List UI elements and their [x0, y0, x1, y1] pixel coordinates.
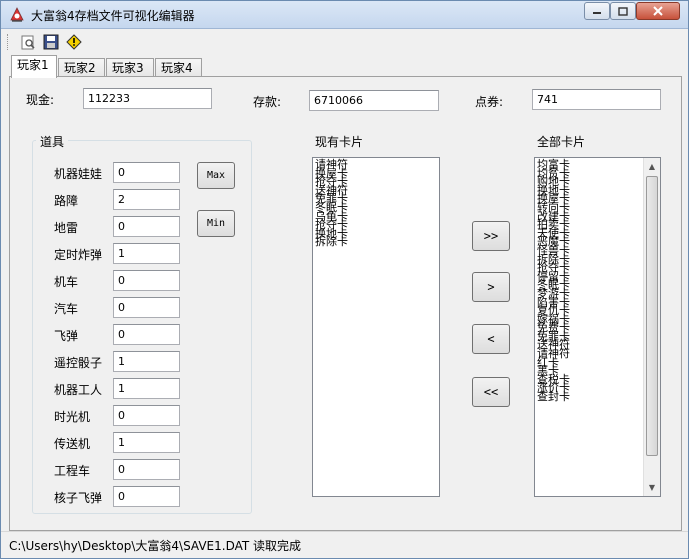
scroll-up-arrow-icon[interactable]: ▲ [644, 158, 660, 175]
status-bar: C:\Users\hy\Desktop\大富翁4\SAVE1.DAT 读取完成 [1, 531, 688, 558]
window-title: 大富翁4存档文件可视化编辑器 [31, 9, 195, 23]
item-label: 遥控骰子 [54, 356, 103, 370]
status-text: C:\Users\hy\Desktop\大富翁4\SAVE1.DAT 读取完成 [9, 539, 302, 553]
item-count-field[interactable]: 0 [113, 324, 180, 345]
item-label: 工程车 [54, 464, 91, 478]
items-group-title: 道具 [36, 133, 69, 150]
item-label: 机器工人 [54, 383, 103, 397]
close-button[interactable] [636, 2, 680, 20]
toolbar-grip [7, 34, 10, 50]
owned-cards-title: 现有卡片 [315, 135, 364, 149]
min-button[interactable]: Min [197, 210, 235, 237]
maximize-button[interactable] [610, 2, 636, 20]
move-left-button[interactable]: < [472, 324, 510, 354]
app-icon [9, 7, 25, 23]
toolbar [1, 30, 688, 54]
deposit-label: 存款: [253, 95, 282, 109]
item-label: 传送机 [54, 437, 91, 451]
item-label: 核子飞弹 [54, 491, 103, 505]
item-label: 定时炸弹 [54, 248, 103, 262]
item-count-field[interactable]: 0 [113, 297, 180, 318]
cash-field[interactable]: 112233 [83, 88, 212, 109]
deposit-field[interactable]: 6710066 [309, 90, 439, 111]
points-field[interactable]: 741 [532, 89, 661, 110]
card-list-item[interactable]: 查封卡 [535, 391, 660, 402]
item-count-field[interactable]: 1 [113, 378, 180, 399]
tab-player-3[interactable]: 玩家3 [106, 58, 154, 77]
item-count-field[interactable]: 1 [113, 243, 180, 264]
app-window: 大富翁4存档文件可视化编辑器 玩家1 玩家2 玩家3 玩家4 现金: 11223… [0, 0, 689, 559]
item-label: 飞弹 [54, 329, 79, 343]
item-count-field[interactable]: 0 [113, 459, 180, 480]
item-label: 路障 [54, 194, 79, 208]
all-cards-scrollbar[interactable]: ▲ ▼ [643, 158, 660, 496]
owned-cards-list[interactable]: 请神符 换屋卡 抢夺卡 送神符 免罪卡 冬眠卡 乌龟卡 抢夺卡 换地卡 拆除卡 [312, 157, 440, 497]
open-file-icon[interactable] [19, 33, 37, 51]
item-label: 机器娃娃 [54, 167, 103, 181]
move-all-right-button[interactable]: >> [472, 221, 510, 251]
item-count-field[interactable]: 0 [113, 162, 180, 183]
card-list-item[interactable]: 拆除卡 [313, 237, 439, 248]
item-label: 机车 [54, 275, 79, 289]
item-count-field[interactable]: 1 [113, 351, 180, 372]
tab-player-2[interactable]: 玩家2 [58, 58, 105, 77]
save-icon[interactable] [42, 33, 60, 51]
points-label: 点券: [475, 95, 504, 109]
item-count-field[interactable]: 0 [113, 486, 180, 507]
all-cards-list[interactable]: 均富卡 均贫卡 购地卡 换地卡 换屋卡 转向卡 改建卡 拍卖卡 天使卡 恶魔卡 怪兽卡 拆除卡 抢夺卡停… [534, 157, 661, 497]
cash-label: 现金: [26, 93, 55, 107]
item-label: 汽车 [54, 302, 79, 316]
item-count-field[interactable]: 0 [113, 405, 180, 426]
move-right-button[interactable]: > [472, 272, 510, 302]
max-button[interactable]: Max [197, 162, 235, 189]
tab-panel: 现金: 112233 存款: 6710066 点券: 741 道具 Max Mi… [9, 76, 682, 531]
item-count-field[interactable]: 0 [113, 270, 180, 291]
tab-player-4[interactable]: 玩家4 [155, 58, 202, 77]
item-label: 地雷 [54, 221, 79, 235]
scroll-down-arrow-icon[interactable]: ▼ [644, 479, 660, 496]
item-label: 时光机 [54, 410, 91, 424]
all-cards-title: 全部卡片 [537, 135, 586, 149]
item-count-field[interactable]: 0 [113, 216, 180, 237]
item-count-field[interactable]: 2 [113, 189, 180, 210]
warning-icon[interactable] [65, 33, 83, 51]
scroll-thumb[interactable] [646, 176, 658, 456]
minimize-button[interactable] [584, 2, 610, 20]
title-bar: 大富翁4存档文件可视化编辑器 [1, 1, 688, 29]
item-count-field[interactable]: 1 [113, 432, 180, 453]
move-all-left-button[interactable]: << [472, 377, 510, 407]
tab-player-1[interactable]: 玩家1 [11, 55, 57, 78]
